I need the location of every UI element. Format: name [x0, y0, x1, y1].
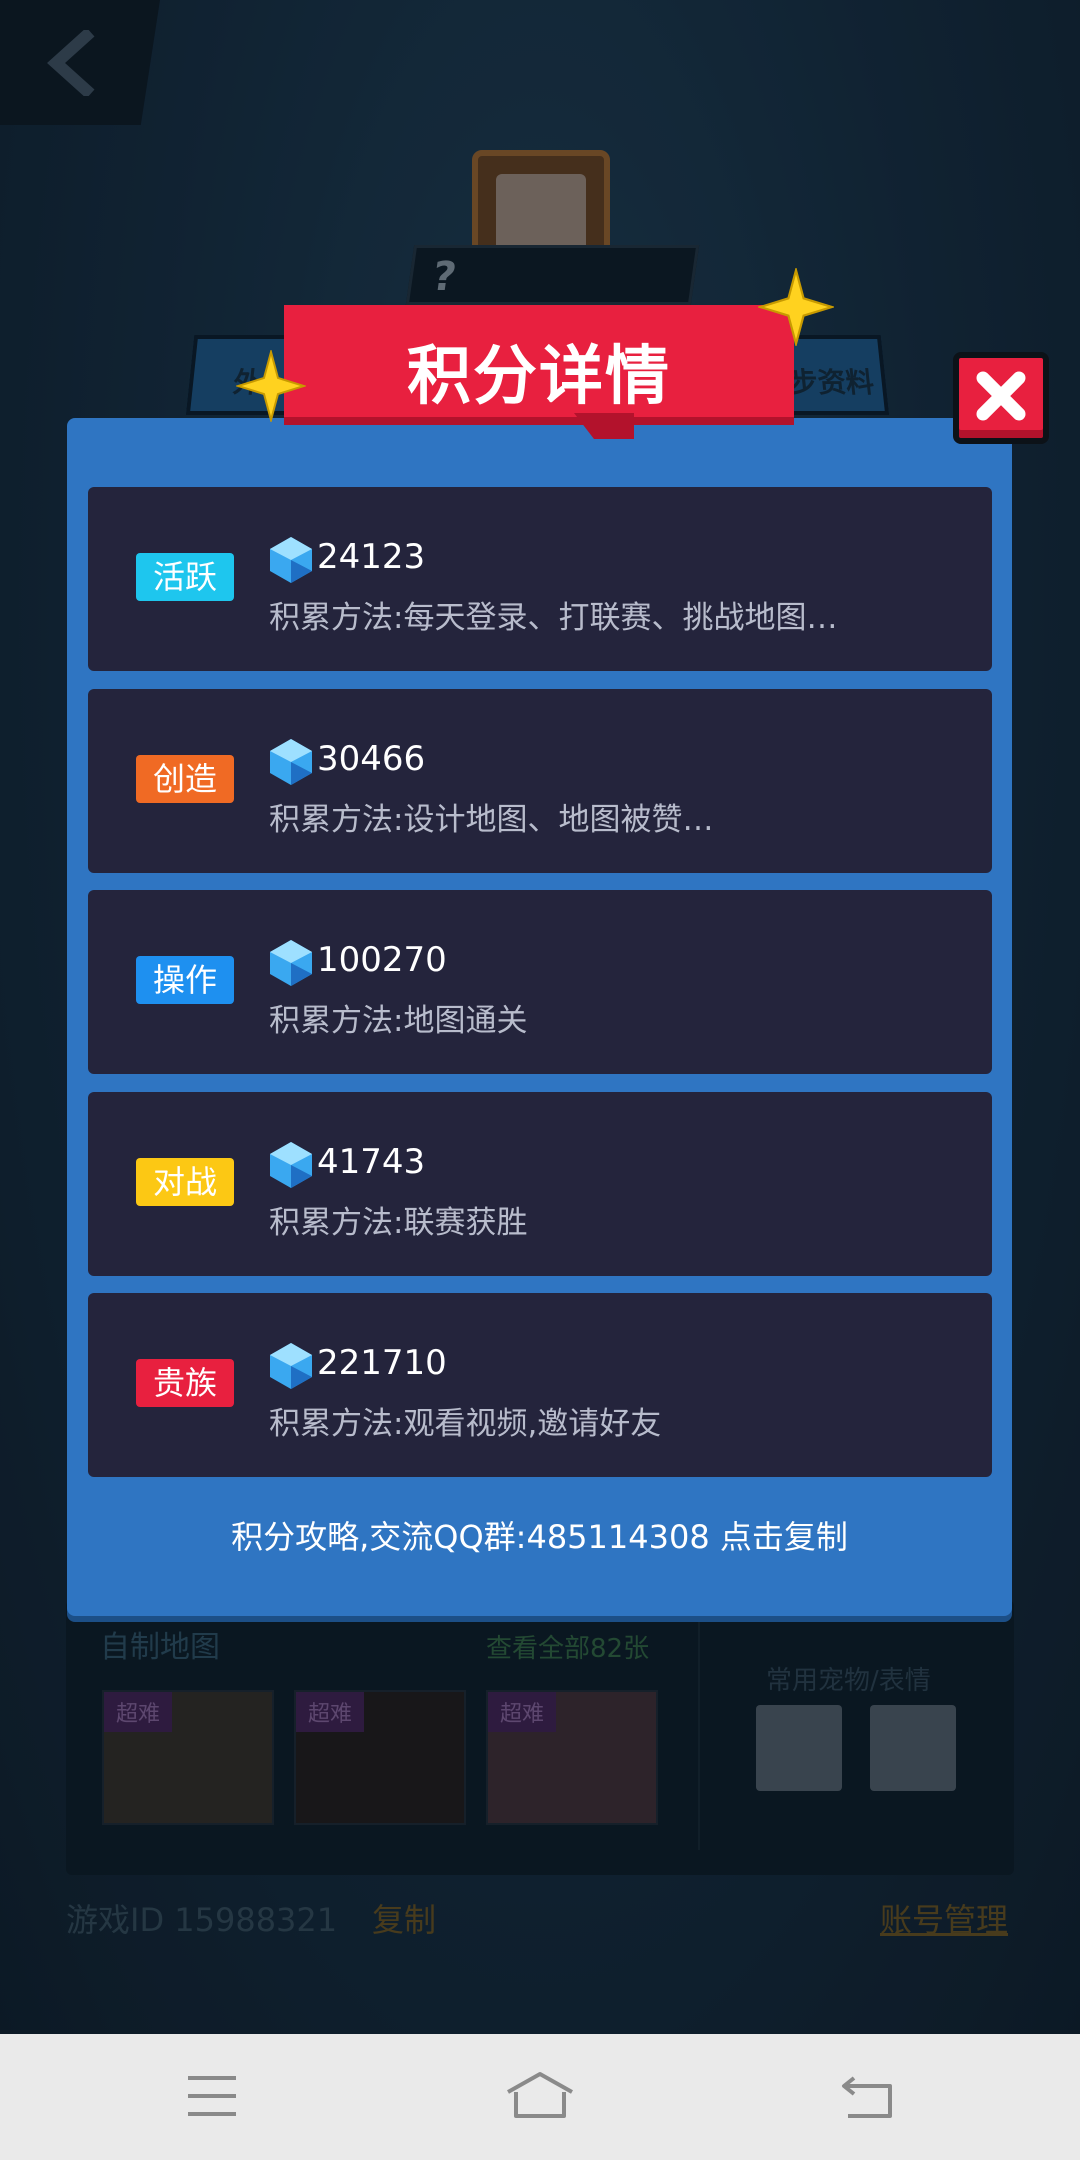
modal-title: 积分详情 [407, 340, 671, 414]
blue-crystal-icon [270, 739, 312, 785]
home-icon[interactable] [504, 2070, 576, 2120]
menu-icon[interactable] [186, 2074, 238, 2118]
return-icon[interactable] [840, 2074, 896, 2120]
accumulation-method: 积累方法:每天登录、打联赛、挑战地图… [269, 600, 838, 636]
accumulation-method: 积累方法:联赛获胜 [269, 1205, 528, 1241]
points-value: 221710 [317, 1343, 447, 1383]
points-value: 24123 [317, 537, 426, 577]
points-value: 30466 [317, 739, 426, 779]
star-icon [236, 350, 306, 422]
blue-crystal-icon [270, 537, 312, 583]
points-value: 100270 [317, 940, 447, 980]
accumulation-method: 积累方法:观看视频,邀请好友 [269, 1406, 662, 1442]
blue-crystal-icon [270, 940, 312, 986]
category-badge: 活跃 [136, 553, 234, 601]
category-badge: 贵族 [136, 1359, 234, 1407]
star-icon [758, 268, 834, 346]
points-card-create: 创造 30466 积累方法:设计地图、地图被赞… [88, 689, 992, 873]
points-card-noble: 贵族 221710 积累方法:观看视频,邀请好友 [88, 1293, 992, 1477]
system-nav-bar [0, 2034, 1080, 2160]
category-badge: 操作 [136, 956, 234, 1004]
category-badge: 创造 [136, 755, 234, 803]
accumulation-method: 积累方法:地图通关 [269, 1003, 528, 1039]
close-button[interactable] [953, 352, 1049, 444]
accumulation-method: 积累方法:设计地图、地图被赞… [269, 802, 714, 838]
modal-title-banner: 积分详情 [284, 305, 794, 439]
blue-crystal-icon [270, 1142, 312, 1188]
category-badge: 对战 [136, 1158, 234, 1206]
points-value: 41743 [317, 1142, 426, 1182]
points-card-active: 活跃 24123 积累方法:每天登录、打联赛、挑战地图… [88, 487, 992, 671]
qq-group-copy-link[interactable]: 积分攻略,交流QQ群:485114308 点击复制 [67, 1512, 1012, 1558]
blue-crystal-icon [270, 1343, 312, 1389]
points-card-battle: 对战 41743 积累方法:联赛获胜 [88, 1092, 992, 1276]
points-card-operate: 操作 100270 积累方法:地图通关 [88, 890, 992, 1074]
close-icon [976, 371, 1026, 421]
